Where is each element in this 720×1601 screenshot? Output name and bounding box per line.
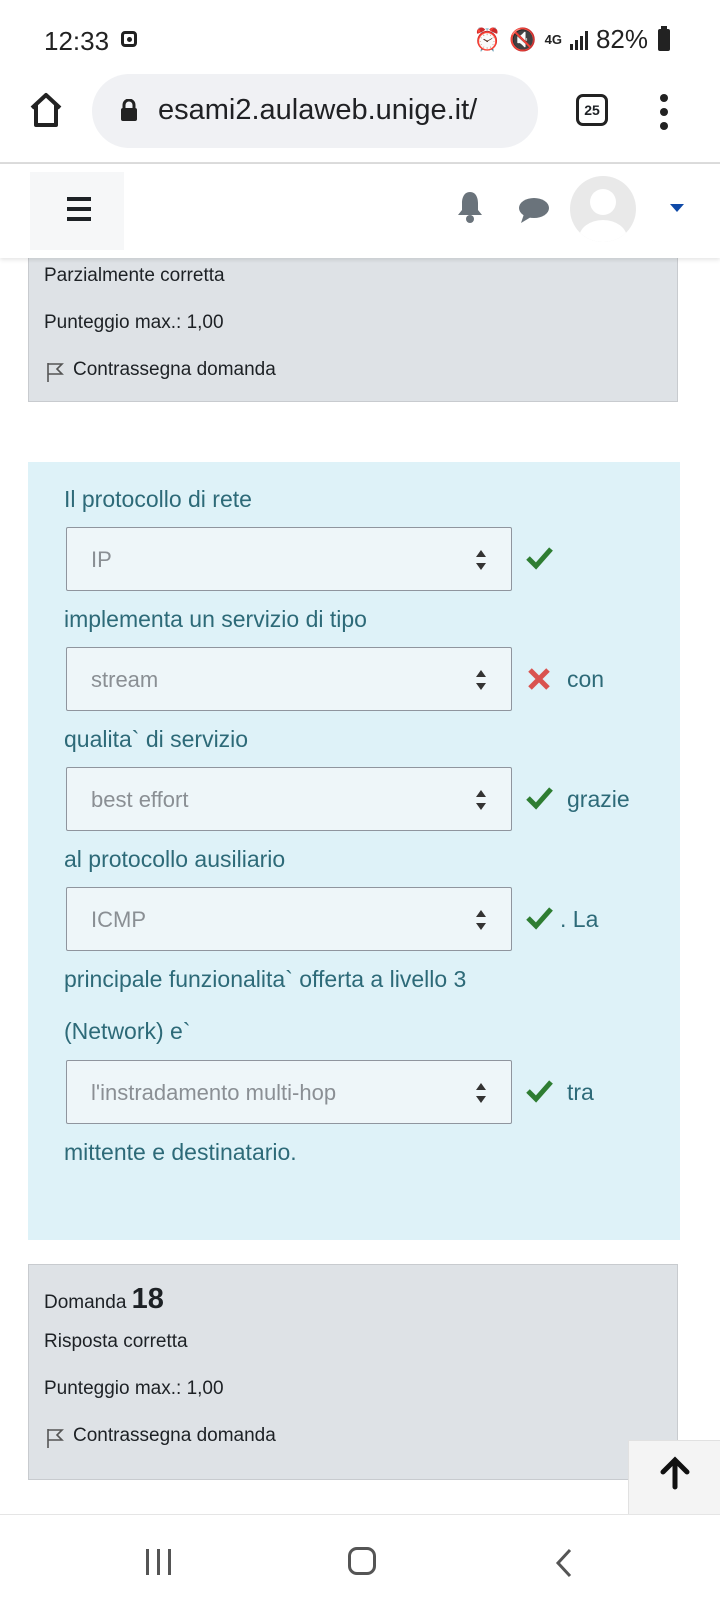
question-text-1: Il protocollo di rete bbox=[64, 486, 252, 512]
question-content: Il protocollo di rete IP implementa un s… bbox=[28, 462, 680, 1240]
android-navigation-bar bbox=[0, 1514, 720, 1601]
answer-select-3[interactable]: best effort bbox=[66, 767, 512, 831]
alarm-icon: ⏰ bbox=[473, 26, 502, 52]
question-text-after-3: grazie bbox=[567, 786, 630, 812]
network-type-label: 4G bbox=[544, 32, 562, 47]
question-text-after-2: con bbox=[567, 666, 605, 692]
question-max-score: Punteggio max.: 1,00 bbox=[44, 312, 224, 333]
status-bar: 12:33 ⏰ 🔇 4G 82% bbox=[0, 0, 720, 80]
back-icon[interactable] bbox=[552, 1547, 576, 1579]
select-arrows-icon bbox=[476, 790, 486, 810]
avatar-icon[interactable] bbox=[570, 176, 636, 242]
user-menu-chevron-down-icon[interactable] bbox=[670, 204, 684, 212]
select-value: best effort bbox=[91, 787, 189, 812]
back-to-top-button[interactable] bbox=[628, 1440, 720, 1522]
select-arrows-icon bbox=[476, 1083, 486, 1103]
check-icon bbox=[526, 907, 553, 930]
question-text-3: qualita` di servizio bbox=[64, 726, 249, 752]
check-icon bbox=[526, 787, 553, 810]
select-arrows-icon bbox=[476, 910, 486, 930]
mute-icon: 🔇 bbox=[509, 26, 537, 52]
question-number: 18 bbox=[131, 1283, 164, 1315]
question-text-after-4: . La bbox=[560, 906, 599, 932]
select-value: ICMP bbox=[91, 907, 146, 932]
recents-icon[interactable] bbox=[146, 1549, 174, 1577]
next-question-info: Domanda 18 Risposta corretta Punteggio m… bbox=[28, 1264, 678, 1480]
question-text-4: al protocollo ausiliario bbox=[64, 846, 286, 872]
select-value: l'instradamento multi-hop bbox=[91, 1080, 337, 1105]
flag-icon[interactable] bbox=[45, 1427, 65, 1449]
notification-icon bbox=[121, 31, 137, 47]
battery-percent: 82% bbox=[595, 24, 648, 54]
question-text-after-5: tra bbox=[567, 1079, 594, 1105]
lock-icon bbox=[121, 99, 137, 121]
select-value: stream bbox=[91, 667, 159, 692]
browser-toolbar: esami2.aulaweb.unige.it/ 25 bbox=[0, 70, 720, 162]
more-vert-icon[interactable] bbox=[660, 94, 670, 130]
check-icon bbox=[526, 1080, 553, 1103]
hamburger-icon[interactable] bbox=[30, 172, 124, 250]
question-text-2: implementa un servizio di tipo bbox=[64, 606, 367, 632]
battery-icon bbox=[658, 25, 670, 51]
question-number-heading: Domanda 18 bbox=[44, 1283, 164, 1316]
flag-icon[interactable] bbox=[45, 361, 65, 383]
address-bar[interactable]: esami2.aulaweb.unige.it/ bbox=[92, 74, 538, 148]
status-indicators: ⏰ 🔇 4G 82% bbox=[474, 24, 670, 55]
chat-icon[interactable] bbox=[518, 196, 550, 224]
question-text-7: mittente e destinatario. bbox=[64, 1139, 297, 1165]
select-arrows-icon bbox=[476, 670, 486, 690]
question-max-score: Punteggio max.: 1,00 bbox=[44, 1378, 224, 1399]
answer-select-5[interactable]: l'instradamento multi-hop bbox=[66, 1060, 512, 1124]
question-status: Risposta corretta bbox=[44, 1331, 188, 1352]
arrow-up-icon bbox=[660, 1456, 690, 1490]
cross-icon bbox=[528, 668, 550, 690]
check-icon bbox=[526, 547, 553, 570]
select-value: IP bbox=[91, 547, 112, 572]
answer-select-1[interactable]: IP bbox=[66, 527, 512, 591]
question-status: Parzialmente corretta bbox=[44, 265, 225, 286]
home-icon[interactable] bbox=[28, 90, 64, 130]
select-arrows-icon bbox=[476, 550, 486, 570]
question-label: Domanda bbox=[44, 1292, 127, 1313]
status-time: 12:33 bbox=[44, 26, 110, 56]
answer-select-4[interactable]: ICMP bbox=[66, 887, 512, 951]
site-navbar bbox=[0, 164, 720, 258]
signal-icon bbox=[569, 30, 588, 50]
question-text-5: principale funzionalita` offerta a livel… bbox=[64, 966, 467, 992]
url-text: esami2.aulaweb.unige.it/ bbox=[158, 94, 478, 126]
home-nav-icon[interactable] bbox=[348, 1547, 376, 1575]
bell-icon[interactable] bbox=[456, 190, 484, 224]
tabs-icon[interactable]: 25 bbox=[576, 94, 608, 126]
answer-select-2[interactable]: stream bbox=[66, 647, 512, 711]
question-text-6: (Network) e` bbox=[64, 1018, 191, 1044]
previous-question-info: Parzialmente corretta Punteggio max.: 1,… bbox=[28, 250, 678, 402]
flag-question-link[interactable]: Contrassegna domanda bbox=[73, 359, 276, 381]
flag-question-link[interactable]: Contrassegna domanda bbox=[73, 1425, 276, 1447]
